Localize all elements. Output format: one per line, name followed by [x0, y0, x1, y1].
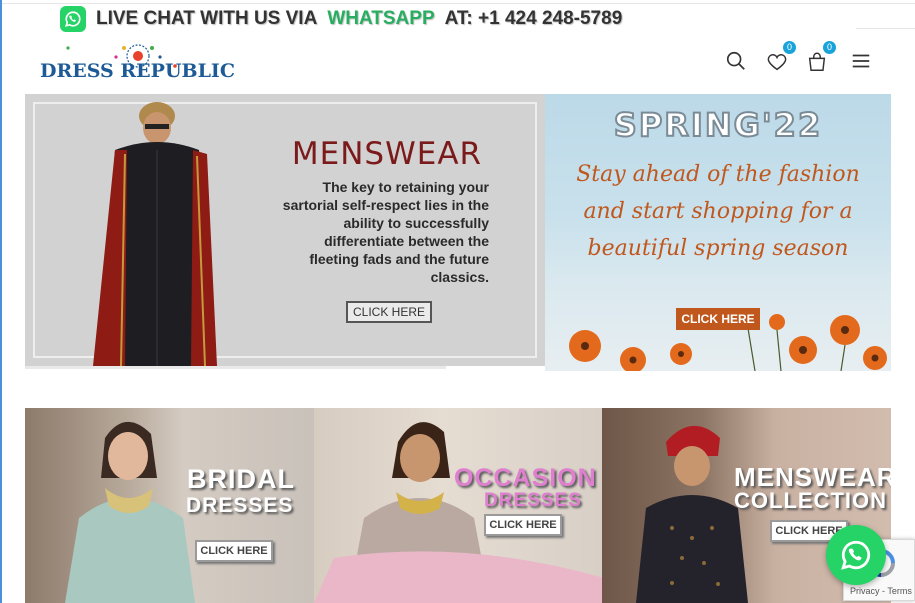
occasion-dresses-tile[interactable]: OCCASION DRESSES CLICK HERE — [314, 408, 602, 603]
occasion-title: OCCASION — [454, 464, 597, 492]
bridal-cta-button[interactable]: CLICK HERE — [195, 540, 273, 562]
site-logo[interactable]: DRESS REPUBLIC — [40, 40, 235, 88]
spring-body: Stay ahead of the fashion and start shop… — [576, 162, 860, 261]
promo-phone: AT: +1 424 248-5789 — [444, 8, 623, 29]
logo-text: DRESS REPUBLIC — [40, 60, 235, 82]
whatsapp-icon — [60, 6, 86, 32]
promo-prefix: LIVE CHAT WITH US VIA — [96, 8, 318, 29]
search-button[interactable] — [723, 48, 749, 74]
menswear-title: MENSWEAR — [291, 136, 483, 172]
promo-bar[interactable]: LIVE CHAT WITH US VIA WHATSAPP AT: +1 42… — [60, 6, 622, 32]
heart-icon — [767, 54, 787, 71]
occasion-subtitle: DRESSES — [484, 490, 582, 511]
left-edge-rule — [0, 0, 2, 603]
header-rule — [856, 28, 915, 29]
menswear-cta-button[interactable]: CLICK HERE — [346, 301, 432, 323]
wishlist-count-badge: 0 — [783, 41, 796, 54]
shopping-bag-icon — [808, 52, 826, 71]
menswear-model-image — [93, 102, 217, 366]
bridal-model-image — [65, 421, 195, 603]
promo-whatsapp: WHATSAPP — [327, 8, 435, 29]
menswear-body: The key to retaining your sartorial self… — [282, 179, 489, 285]
bridal-dresses-tile[interactable]: BRIDAL DRESSES CLICK HERE — [25, 408, 314, 603]
recaptcha-terms[interactable]: Privacy - Terms — [850, 586, 912, 596]
menu-button[interactable] — [848, 48, 874, 74]
top-rule — [2, 0, 915, 4]
wishlist-button[interactable]: 0 — [764, 41, 796, 75]
search-icon — [726, 51, 745, 70]
whatsapp-icon — [841, 540, 871, 570]
spring-cta-button[interactable]: CLICK HERE — [676, 308, 760, 330]
bridal-title: BRIDAL — [187, 464, 295, 494]
page: LIVE CHAT WITH US VIA WHATSAPP AT: +1 42… — [0, 0, 915, 603]
banner-divider — [25, 366, 446, 369]
bridal-subtitle: DRESSES — [186, 494, 294, 517]
menswear-banner[interactable]: MENSWEAR The key to retaining your sarto… — [25, 94, 545, 366]
occasion-cta-button[interactable]: CLICK HERE — [484, 514, 562, 536]
cart-button[interactable]: 0 — [804, 41, 836, 75]
cart-count-badge: 0 — [823, 41, 836, 54]
whatsapp-chat-button[interactable] — [826, 525, 886, 585]
spring-title: SPRING'22 — [613, 105, 823, 145]
menu-icon — [852, 54, 870, 68]
menswear-collection-subtitle: COLLECTION — [734, 488, 887, 513]
spring-banner[interactable]: SPRING'22 Stay ahead of the fashion and … — [545, 94, 891, 371]
